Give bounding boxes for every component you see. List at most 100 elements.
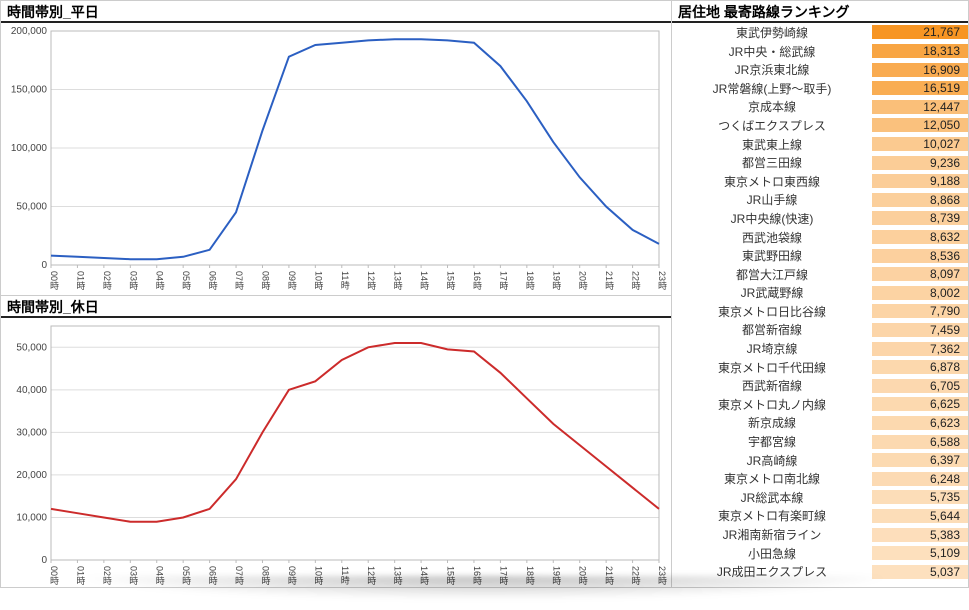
ranking-row-name: 東京メトロ東西線	[672, 173, 872, 190]
ranking-row: JR山手線8,868	[672, 191, 968, 210]
ranking-row-value: 5,383	[872, 528, 968, 542]
ranking-row-value: 12,447	[872, 100, 968, 114]
weekday-chart-title: 時間帯別_平日	[1, 1, 671, 23]
svg-text:05時: 05時	[181, 566, 191, 585]
svg-text:10,000: 10,000	[16, 513, 47, 524]
svg-text:0: 0	[41, 260, 47, 271]
ranking-row-name: JR高崎線	[672, 452, 872, 469]
ranking-row-name: 西武新宿線	[672, 377, 872, 394]
ranking-row: 東武東上線10,027	[672, 135, 968, 154]
ranking-row-name: 東京メトロ有楽町線	[672, 507, 872, 524]
ranking-row-value: 6,623	[872, 416, 968, 430]
ranking-row-value: 8,536	[872, 249, 968, 263]
ranking-row-value: 6,397	[872, 453, 968, 467]
svg-text:11時: 11時	[340, 271, 350, 289]
ranking-row-name: JR埼京線	[672, 340, 872, 357]
ranking-row-name: 東京メトロ千代田線	[672, 359, 872, 376]
ranking-row: JR埼京線7,362	[672, 339, 968, 358]
svg-text:50,000: 50,000	[16, 343, 47, 354]
svg-text:23時: 23時	[657, 271, 667, 290]
ranking-row-value: 5,037	[872, 565, 968, 579]
ranking-row: JR湘南新宿ライン5,383	[672, 525, 968, 544]
weekday-chart-area: 050,000100,000150,000200,00000時01時02時03時…	[1, 23, 671, 295]
ranking-row: 東京メトロ有楽町線5,644	[672, 507, 968, 526]
svg-text:11時: 11時	[340, 566, 350, 584]
svg-text:05時: 05時	[181, 271, 191, 290]
ranking-row-value: 8,868	[872, 193, 968, 207]
svg-text:22時: 22時	[631, 566, 641, 585]
ranking-row-value: 12,050	[872, 118, 968, 132]
svg-text:19時: 19時	[551, 566, 561, 585]
svg-text:20時: 20時	[578, 566, 588, 585]
ranking-row-name: 東京メトロ南北線	[672, 470, 872, 487]
svg-text:19時: 19時	[551, 271, 561, 290]
ranking-row-name: JR京浜東北線	[672, 61, 872, 78]
ranking-row-name: 宇都宮線	[672, 433, 872, 450]
svg-text:18時: 18時	[525, 566, 535, 585]
ranking-row-name: 東京メトロ日比谷線	[672, 303, 872, 320]
svg-text:10時: 10時	[313, 271, 323, 290]
ranking-row-name: 東武伊勢崎線	[672, 24, 872, 41]
ranking-row-name: JR成田エクスプレス	[672, 563, 872, 580]
svg-text:04時: 04時	[155, 566, 165, 585]
ranking-row-name: 都営新宿線	[672, 321, 872, 338]
svg-text:06時: 06時	[208, 566, 218, 585]
ranking-row: 東京メトロ千代田線6,878	[672, 358, 968, 377]
ranking-row: JR京浜東北線16,909	[672, 60, 968, 79]
ranking-row: 東京メトロ南北線6,248	[672, 469, 968, 488]
ranking-row-name: JR中央線(快速)	[672, 210, 872, 227]
svg-text:21時: 21時	[604, 271, 614, 290]
svg-text:09時: 09時	[287, 271, 297, 290]
ranking-row-name: JR総武本線	[672, 489, 872, 506]
ranking-row: 都営大江戸線8,097	[672, 265, 968, 284]
svg-text:14時: 14時	[419, 271, 429, 290]
ranking-row-name: 西武池袋線	[672, 229, 872, 246]
ranking-row: 宇都宮線6,588	[672, 432, 968, 451]
svg-text:17時: 17時	[498, 566, 508, 585]
ranking-row-value: 6,878	[872, 360, 968, 374]
ranking-row-name: 都営三田線	[672, 154, 872, 171]
svg-text:0: 0	[41, 555, 47, 566]
svg-text:100,000: 100,000	[11, 143, 48, 154]
svg-text:08時: 08時	[260, 271, 270, 290]
ranking-row: JR総武本線5,735	[672, 488, 968, 507]
holiday-chart-title: 時間帯別_休日	[1, 296, 671, 318]
ranking-row-value: 6,705	[872, 379, 968, 393]
ranking-row: 新京成線6,623	[672, 414, 968, 433]
svg-text:00時: 00時	[49, 271, 59, 290]
svg-text:03時: 03時	[128, 271, 138, 290]
svg-text:04時: 04時	[155, 271, 165, 290]
svg-text:10時: 10時	[313, 566, 323, 585]
ranking-row: JR中央・総武線18,313	[672, 42, 968, 61]
ranking-row: 東京メトロ日比谷線7,790	[672, 302, 968, 321]
svg-text:08時: 08時	[260, 566, 270, 585]
svg-text:150,000: 150,000	[11, 85, 48, 96]
ranking-row-value: 10,027	[872, 137, 968, 151]
ranking-row-name: 東武東上線	[672, 136, 872, 153]
svg-text:02時: 02時	[102, 566, 112, 585]
ranking-body: 東武伊勢崎線21,767JR中央・総武線18,313JR京浜東北線16,909J…	[672, 23, 968, 587]
ranking-row-name: 都営大江戸線	[672, 266, 872, 283]
ranking-row-name: 東武野田線	[672, 247, 872, 264]
ranking-row-value: 6,588	[872, 435, 968, 449]
dashboard-root: 時間帯別_平日 050,000100,000150,000200,00000時0…	[0, 0, 969, 588]
ranking-row: 西武新宿線6,705	[672, 376, 968, 395]
svg-text:02時: 02時	[102, 271, 112, 290]
svg-text:17時: 17時	[498, 271, 508, 290]
ranking-row-name: 小田急線	[672, 545, 872, 562]
ranking-row: 東京メトロ丸ノ内線6,625	[672, 395, 968, 414]
ranking-row-value: 21,767	[872, 25, 968, 39]
ranking-row-name: 東京メトロ丸ノ内線	[672, 396, 872, 413]
svg-text:15時: 15時	[446, 271, 456, 290]
ranking-row: JR高崎線6,397	[672, 451, 968, 470]
ranking-row-value: 8,002	[872, 286, 968, 300]
ranking-row: 小田急線5,109	[672, 544, 968, 563]
svg-text:21時: 21時	[604, 566, 614, 585]
svg-text:12時: 12時	[366, 566, 376, 585]
svg-text:22時: 22時	[631, 271, 641, 290]
svg-text:06時: 06時	[208, 271, 218, 290]
ranking-row-value: 16,909	[872, 63, 968, 77]
svg-text:200,000: 200,000	[11, 26, 48, 37]
ranking-row-value: 8,739	[872, 211, 968, 225]
ranking-row-value: 9,188	[872, 174, 968, 188]
